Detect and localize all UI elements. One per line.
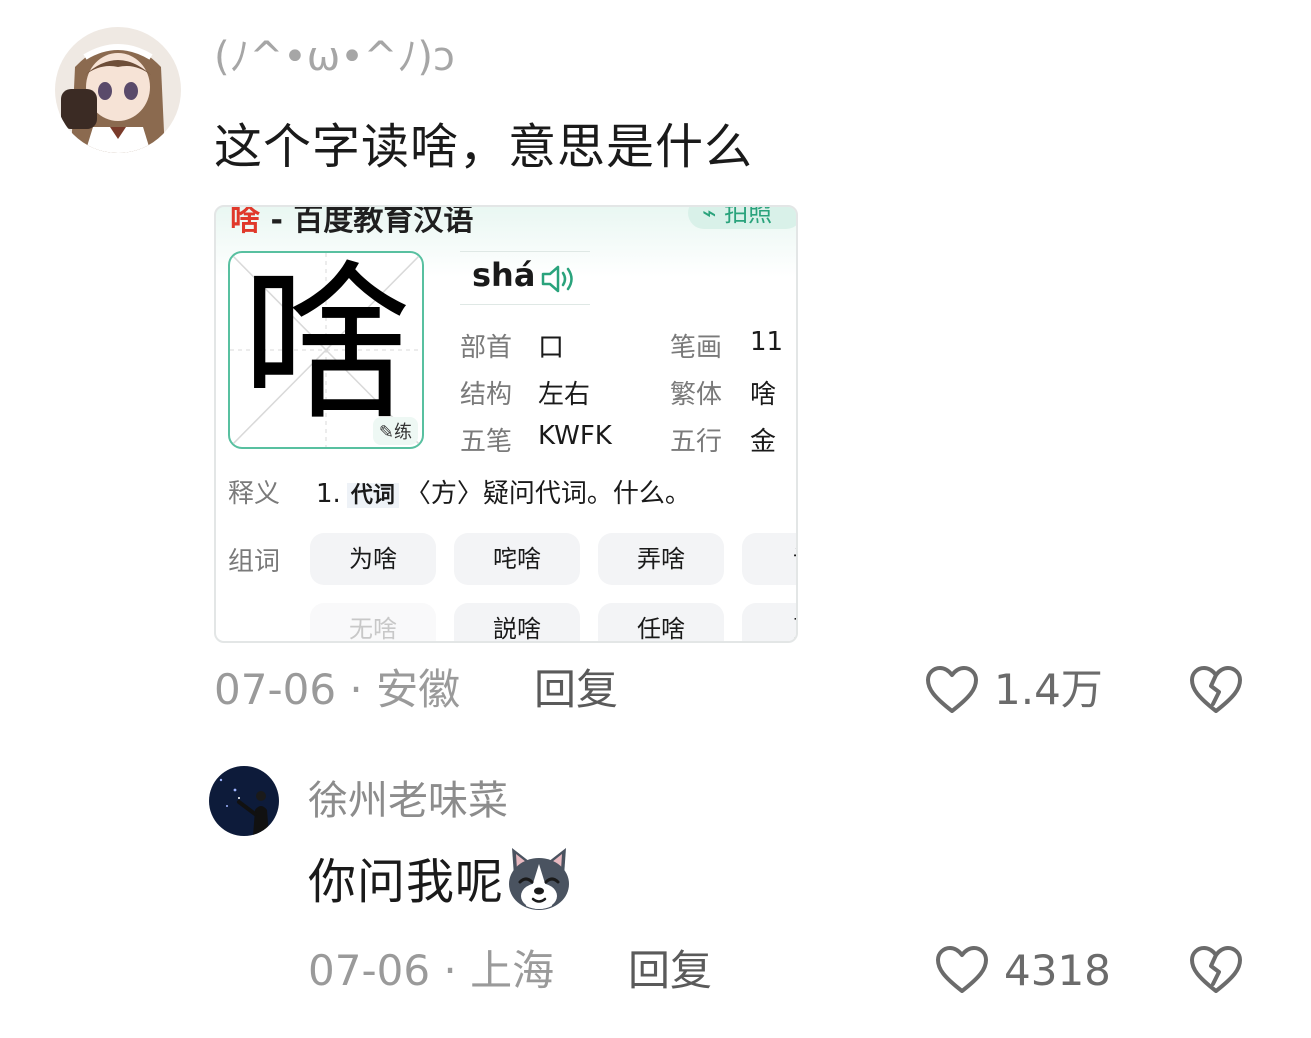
- definition-text: 〈方〉疑问代词。什么。: [404, 479, 691, 509]
- word-chip: 任啥: [598, 603, 724, 641]
- big-character: 啥: [240, 251, 411, 444]
- photo-label: 拍照: [724, 205, 773, 227]
- word-chip: 弄啥: [598, 533, 724, 585]
- definition-pos: 代词: [346, 483, 399, 508]
- word-chip: 无啥: [310, 603, 436, 641]
- comment-text: 这个字读啥，意思是什么: [214, 119, 754, 175]
- word-chip: 说: [742, 533, 796, 585]
- comment-meta: 07-06 · 安徽: [214, 665, 460, 715]
- pinyin-row: shá: [460, 251, 590, 305]
- meta-separator: ·: [349, 665, 363, 714]
- heart-outline-icon[interactable]: [924, 664, 980, 716]
- avatar[interactable]: [55, 27, 181, 153]
- practice-button: ✎练: [372, 417, 418, 445]
- comment-username[interactable]: 徐州老味菜: [308, 776, 508, 826]
- pencil-icon: ✎: [378, 422, 394, 443]
- comment-text-content: 你问我呢: [308, 854, 505, 910]
- pinyin: shá: [472, 256, 536, 294]
- like-count: 4318: [1004, 946, 1111, 995]
- strokes-label: 笔画: [670, 333, 723, 363]
- dict-title: 啥 - 百度教育汉语: [230, 205, 474, 239]
- definition-number: 1.: [316, 479, 341, 509]
- heart-outline-icon[interactable]: [934, 944, 990, 996]
- traditional-label: 繁体: [670, 380, 723, 410]
- husky-dog-emoji-icon: [504, 846, 574, 912]
- definition-row: 释义 1. 代词 〈方〉疑问代词。什么。: [228, 473, 691, 510]
- radical-label: 部首: [460, 333, 513, 363]
- word-chip: 为啥: [310, 533, 436, 585]
- speaker-icon: [540, 262, 580, 296]
- comment-meta: 07-06 · 上海: [308, 946, 554, 996]
- comment-location: 安徽: [376, 665, 461, 714]
- reply-button[interactable]: 回复: [534, 665, 618, 715]
- word-chip: 咤啥: [454, 533, 580, 585]
- comment-location: 上海: [470, 946, 555, 995]
- comment-date: 07-06: [214, 665, 337, 714]
- words-label: 组词: [228, 547, 281, 577]
- photo-button: ⌁ 拍照: [688, 205, 796, 229]
- wuxing-label: 五行: [670, 427, 723, 457]
- definition-label: 释义: [228, 479, 281, 509]
- comment-date: 07-06: [308, 946, 431, 995]
- traditional-value: 啥: [750, 380, 777, 410]
- wubi-label: 五笔: [460, 427, 513, 457]
- word-chip: 説啥: [454, 603, 580, 641]
- comment-username[interactable]: (ﾉ^•ω•^ﾉ)ɔ: [214, 32, 455, 82]
- dict-title-char: 啥: [230, 205, 260, 238]
- character-box: 啥 ✎练: [228, 251, 424, 449]
- meta-separator: ·: [443, 946, 457, 995]
- structure-value: 左右: [538, 380, 591, 410]
- camera-icon: ⌁: [702, 205, 725, 227]
- strokes-value: 11: [750, 327, 784, 357]
- wubi-value: KWFK: [538, 421, 612, 451]
- broken-heart-icon[interactable]: [1188, 664, 1244, 716]
- wuxing-value: 金: [750, 427, 777, 457]
- comment-image-dictionary[interactable]: 啥 - 百度教育汉语 ⌁ 拍照 啥 ✎练 shá 部首 口 笔画 11 结构 左…: [214, 205, 798, 643]
- reply-button[interactable]: 回复: [628, 946, 712, 996]
- practice-label: 练: [394, 422, 412, 443]
- like-count: 1.4万: [994, 665, 1103, 714]
- word-chip: 更: [742, 603, 796, 641]
- structure-label: 结构: [460, 380, 513, 410]
- avatar[interactable]: [209, 766, 279, 836]
- broken-heart-icon[interactable]: [1188, 944, 1244, 996]
- comment-text: 你问我呢: [308, 848, 574, 918]
- dict-title-source: - 百度教育汉语: [260, 205, 474, 238]
- radical-value: 口: [538, 333, 565, 363]
